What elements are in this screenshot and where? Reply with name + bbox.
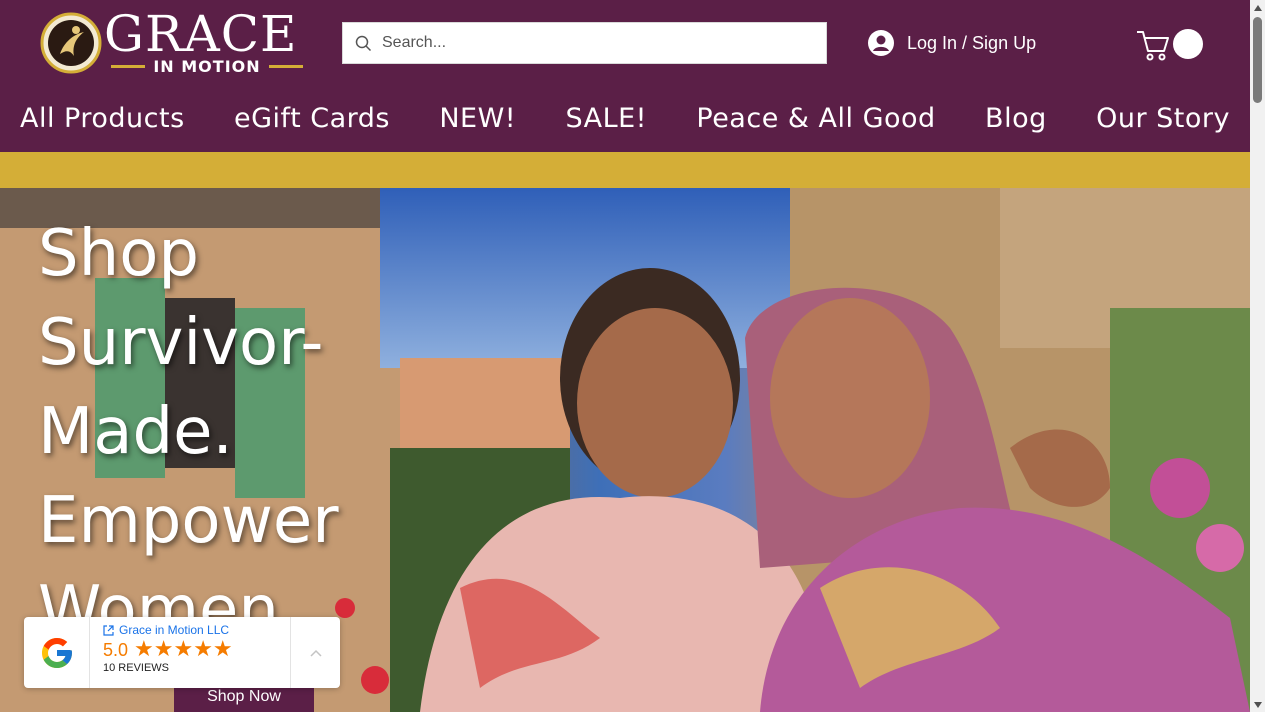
nav-sale[interactable]: SALE! [565,96,647,142]
nav-our-story[interactable]: Our Story [1096,96,1230,142]
expand-reviews-button[interactable] [290,617,340,688]
hero-headline-line: Empower [38,484,339,558]
business-name: Grace in Motion LLC [119,623,230,637]
nav-egift-cards[interactable]: eGift Cards [234,96,390,142]
main-nav: All Products eGift Cards NEW! SALE! Peac… [0,96,1250,142]
login-label: Log In / Sign Up [907,32,1037,53]
cart-icon [1137,31,1169,61]
cart-button[interactable] [1135,26,1207,62]
search-box[interactable] [342,22,827,64]
nav-peace-all-good[interactable]: Peace & All Good [696,96,935,142]
external-link-icon [103,624,114,636]
announcement-bar [0,152,1250,188]
business-link[interactable]: Grace in Motion LLC [103,623,293,637]
logo-wordmark: GRACE [104,5,298,63]
scrollbar-thumb[interactable] [1253,17,1262,103]
user-avatar-icon [868,30,894,56]
nav-new[interactable]: NEW! [439,96,516,142]
rating-score: 5.0 [103,639,129,660]
page-scrollbar[interactable] [1250,0,1265,712]
search-icon [355,35,372,51]
hero-headline-line: Survivor- [38,306,324,380]
nav-blog[interactable]: Blog [985,96,1047,142]
logo-tagline: IN MOTION [102,55,312,77]
hero-headline-line: Shop [38,217,199,291]
scroll-down-arrow[interactable] [1250,697,1265,712]
hero-headline: Shop Survivor- Made. Empower Women [38,210,398,655]
google-reviews-info: Grace in Motion LLC 5.0 ★★★★★ 10 REVIEWS [103,623,293,674]
search-input[interactable] [382,34,802,52]
site-header: GRACE IN MOTION Log In / Sign Up All P [0,0,1250,152]
google-reviews-widget[interactable]: Grace in Motion LLC 5.0 ★★★★★ 10 REVIEWS [24,617,340,688]
google-logo [24,617,90,688]
triangle-down-icon [1253,701,1262,708]
nav-all-products[interactable]: All Products [20,96,185,142]
login-button[interactable]: Log In / Sign Up [868,29,1036,57]
hero-headline-line: Made. [38,395,233,469]
scroll-up-arrow[interactable] [1250,0,1265,15]
google-g-icon [41,637,72,668]
chevron-up-icon [309,649,322,657]
logo-tagline-text: IN MOTION [153,56,261,76]
review-count: 10 REVIEWS [103,662,170,674]
triangle-up-icon [1253,4,1262,11]
grace-in-motion-logo[interactable]: GRACE IN MOTION [40,6,315,77]
cart-count-badge [1173,29,1203,59]
dancer-emblem-icon [40,12,102,74]
star-rating-icon: ★★★★★ [134,637,233,662]
rating-row: 5.0 ★★★★★ [103,639,293,661]
